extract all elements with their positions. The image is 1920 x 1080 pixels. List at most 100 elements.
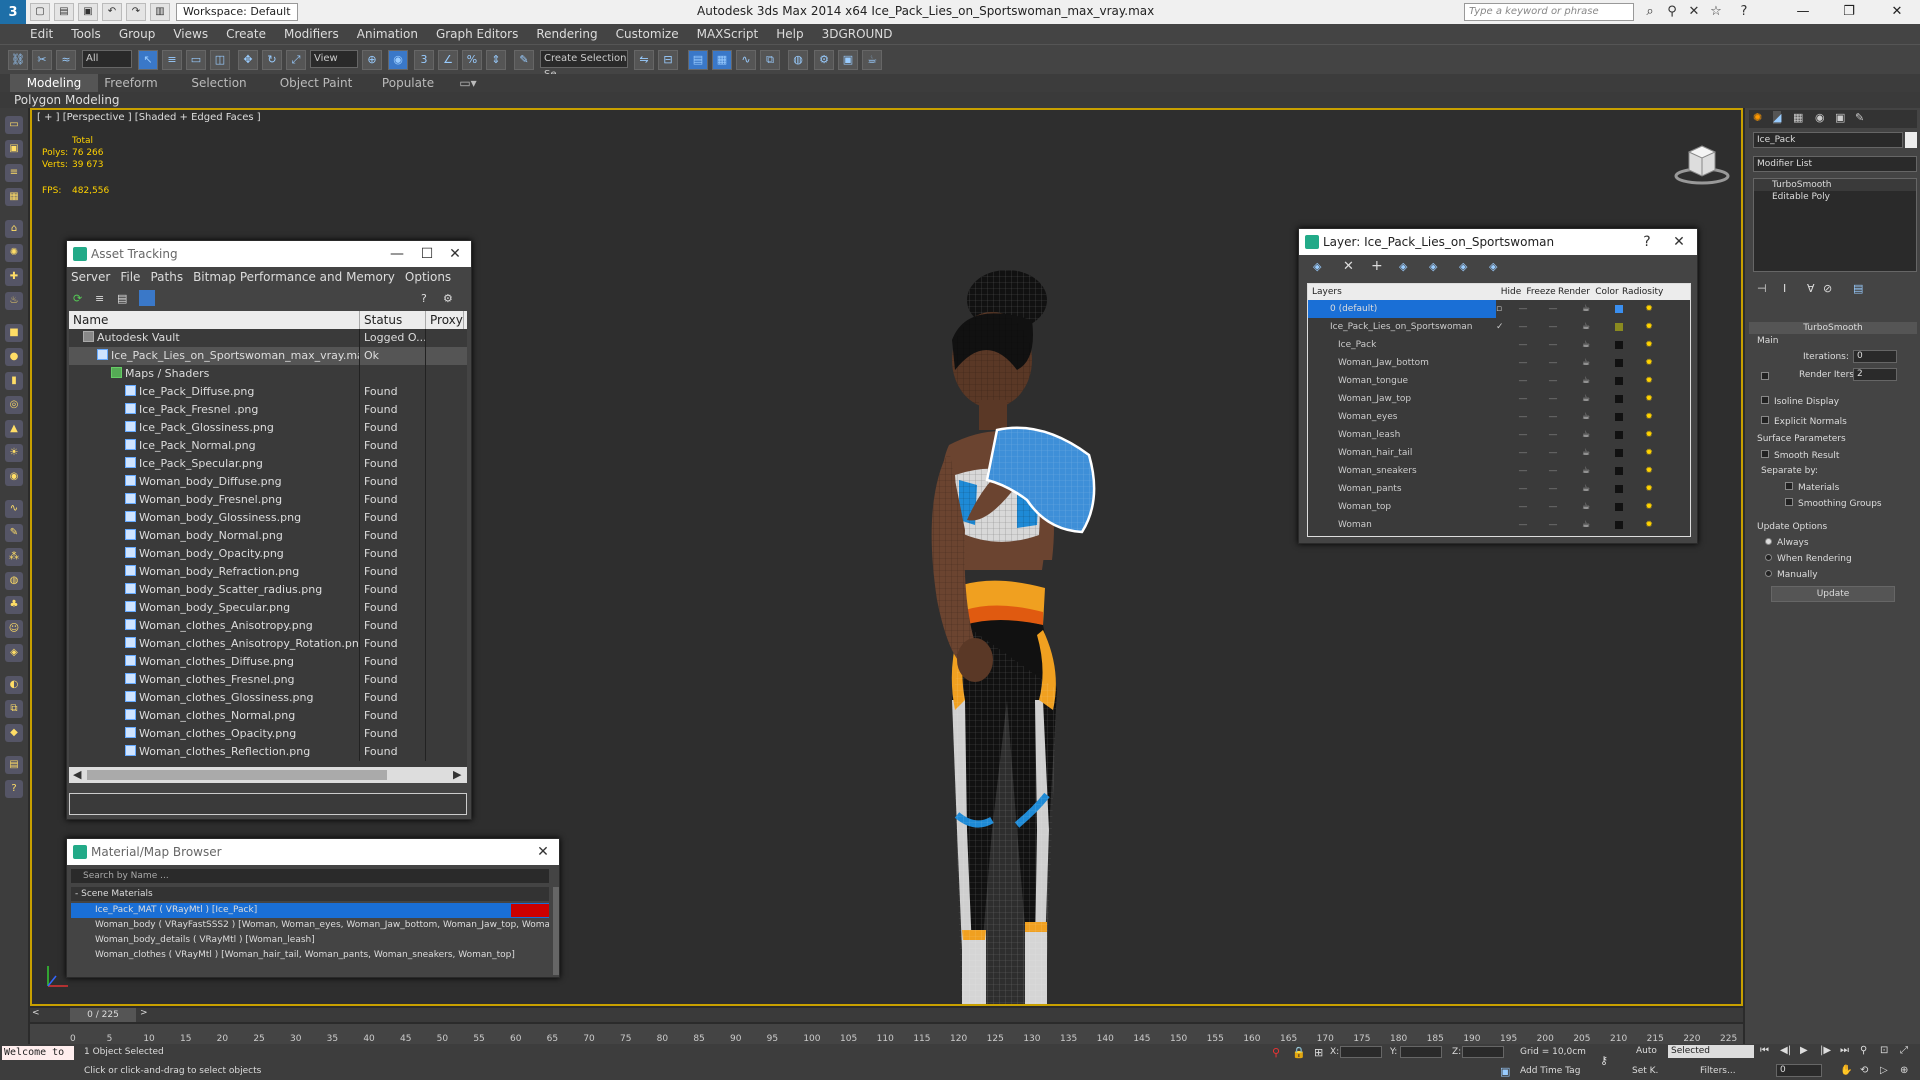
radiosity-icon[interactable]: ✹ (1634, 426, 1664, 444)
col-status[interactable]: Status (360, 311, 426, 329)
layer-color-swatch[interactable] (1615, 305, 1623, 313)
menu-animation[interactable]: Animation (357, 27, 418, 41)
hide-toggle[interactable]: — (1508, 390, 1538, 408)
biped-icon[interactable]: ☺ (5, 620, 23, 638)
object-name-field[interactable]: Ice_Pack (1753, 132, 1903, 148)
menu-bitmap-performance[interactable]: Bitmap Performance and Memory (193, 270, 395, 284)
search-input[interactable]: Type a keyword or phrase (1464, 3, 1634, 21)
layer-state-icon[interactable] (1496, 336, 1508, 354)
smooth-result-option[interactable]: Smooth Result (1761, 450, 1839, 461)
open-file-icon[interactable]: ▤ (54, 3, 74, 21)
layer-state-icon[interactable] (1496, 408, 1508, 426)
freeze-toggle[interactable]: — (1538, 354, 1568, 372)
communication-icon[interactable]: ✕ (1684, 3, 1704, 21)
table-row[interactable]: Woman_clothes_Fresnel.png Found (69, 671, 467, 689)
menu-paths[interactable]: Paths (150, 270, 183, 284)
grid-icon[interactable]: ▦ (5, 188, 23, 206)
hide-toggle[interactable]: — (1508, 354, 1538, 372)
foliage-icon[interactable]: ♣ (5, 596, 23, 614)
subscription-icon[interactable]: ⚲ (1662, 3, 1682, 21)
scroll-thumb[interactable] (87, 770, 387, 780)
pivot-center-icon[interactable]: ⊕ (362, 50, 382, 70)
scale-icon[interactable]: ⤢ (286, 50, 306, 70)
modifier-list-dropdown[interactable]: Modifier List (1753, 156, 1917, 172)
hide-toggle[interactable]: — (1508, 498, 1538, 516)
col-radiosity[interactable]: Radiosity (1622, 284, 1663, 300)
object-color-swatch[interactable] (1905, 132, 1917, 148)
hide-toggle[interactable]: — (1508, 516, 1538, 534)
menu-graph-editors[interactable]: Graph Editors (436, 27, 518, 41)
zoom-extents-icon[interactable]: ⊡ (1880, 1045, 1888, 1056)
bind-spacewarp-icon[interactable]: ≈ (56, 50, 76, 70)
tools-icon[interactable]: ▤ (5, 756, 23, 774)
layer-color-swatch[interactable] (1615, 359, 1623, 367)
scene-materials-group[interactable]: - Scene Materials (71, 887, 549, 901)
layer-state-icon[interactable] (1496, 516, 1508, 534)
absolute-mode-icon[interactable]: ⊞ (1314, 1046, 1323, 1059)
minimize-button[interactable]: — (383, 241, 411, 267)
cone-primitive-icon[interactable]: ▲ (5, 420, 23, 438)
spinner-snap-icon[interactable]: ⇕ (486, 50, 506, 70)
prev-frame-icon[interactable]: < (32, 1008, 40, 1018)
menu-server[interactable]: Server (71, 270, 110, 284)
table-row[interactable]: Woman_body_Specular.png Found (69, 599, 467, 617)
table-row[interactable]: Woman_body_Glossiness.png Found (69, 509, 467, 527)
explicit-normals-checkbox[interactable] (1761, 416, 1769, 424)
polygon-modeling-panel[interactable]: Polygon Modeling (14, 93, 120, 107)
render-toggle-icon[interactable]: ☕ (1568, 390, 1604, 408)
time-slider[interactable]: < 0 / 225 > (30, 1008, 1743, 1022)
schematic-view-icon[interactable]: ⧉ (760, 50, 780, 70)
mirror-icon[interactable]: ⇋ (634, 50, 654, 70)
layer-color-swatch[interactable] (1615, 503, 1623, 511)
maximize-viewport-icon[interactable]: ⤢ (1900, 1045, 1908, 1056)
layer-state-icon[interactable]: ✓ (1496, 318, 1508, 336)
material-map-browser-dialog[interactable]: Material/Map Browser ✕ Search by Name ..… (66, 838, 560, 978)
layer-color-swatch[interactable] (1615, 395, 1623, 403)
vertical-scrollbar[interactable] (553, 887, 559, 975)
col-proxy[interactable]: Proxy (426, 311, 464, 329)
freeze-toggle[interactable]: — (1538, 462, 1568, 480)
sphere-primitive-icon[interactable]: ● (5, 348, 23, 366)
table-row[interactable]: Ice_Pack_Fresnel .png Found (69, 401, 467, 419)
always-radio[interactable] (1765, 538, 1772, 545)
table-row[interactable]: Woman_body_Fresnel.png Found (69, 491, 467, 509)
layer-manager-dialog[interactable]: Layer: Ice_Pack_Lies_on_Sportswoman ? ✕ … (1298, 228, 1698, 544)
radiosity-icon[interactable]: ✹ (1634, 300, 1664, 318)
app-logo-icon[interactable]: 3 (0, 0, 26, 24)
menu-rendering[interactable]: Rendering (536, 27, 597, 41)
sportswoman-3d-model[interactable] (867, 270, 1122, 1006)
table-row[interactable]: Woman_body_Scatter_radius.png Found (69, 581, 467, 599)
help-icon[interactable]: ? (1734, 3, 1754, 21)
smoothing-groups-option[interactable]: Smoothing Groups (1785, 498, 1882, 509)
col-layers[interactable]: Layers (1308, 284, 1496, 300)
redo-icon[interactable]: ↷ (126, 3, 146, 21)
layer-color-swatch[interactable] (1615, 467, 1623, 475)
render-toggle-icon[interactable]: ☕ (1568, 372, 1604, 390)
menu-modifiers[interactable]: Modifiers (284, 27, 339, 41)
stack-turbosmooth[interactable]: TurboSmooth (1754, 179, 1916, 191)
hide-toggle[interactable]: — (1508, 462, 1538, 480)
make-unique-icon[interactable]: ∀ (1807, 282, 1815, 295)
minimize-button[interactable]: — (1780, 0, 1826, 24)
radiosity-icon[interactable]: ✹ (1634, 336, 1664, 354)
particle-icon[interactable]: ⁂ (5, 548, 23, 566)
material-editor-icon[interactable]: ◍ (788, 50, 808, 70)
list-view-icon[interactable]: ≡ (95, 292, 104, 305)
freeze-toggle[interactable]: — (1538, 372, 1568, 390)
layer-color-swatch[interactable] (1615, 449, 1623, 457)
graphite-ribbon-icon[interactable]: ▦ (712, 50, 732, 70)
create-tab-icon[interactable]: ✺ (1753, 111, 1762, 124)
camera-icon[interactable]: ⌂ (5, 220, 23, 238)
manually-radio[interactable] (1765, 570, 1772, 577)
table-row[interactable]: Woman_clothes_Anisotropy_Rotation.png Fou… (69, 635, 467, 653)
restore-button[interactable]: ❐ (1826, 0, 1872, 24)
col-hide[interactable]: Hide (1496, 284, 1526, 300)
rect-selection-icon[interactable]: ▭ (186, 50, 206, 70)
layer-color-swatch[interactable] (1615, 323, 1623, 331)
spline-icon[interactable]: ∿ (5, 500, 23, 518)
freeze-toggle[interactable]: — (1538, 498, 1568, 516)
menu-help[interactable]: Help (776, 27, 803, 41)
material-item[interactable]: Ice_Pack_MAT ( VRayMtl ) [Ice_Pack] (71, 903, 549, 918)
menu-customize[interactable]: Customize (616, 27, 679, 41)
maxscript-listener[interactable]: Welcome to (2, 1046, 74, 1060)
